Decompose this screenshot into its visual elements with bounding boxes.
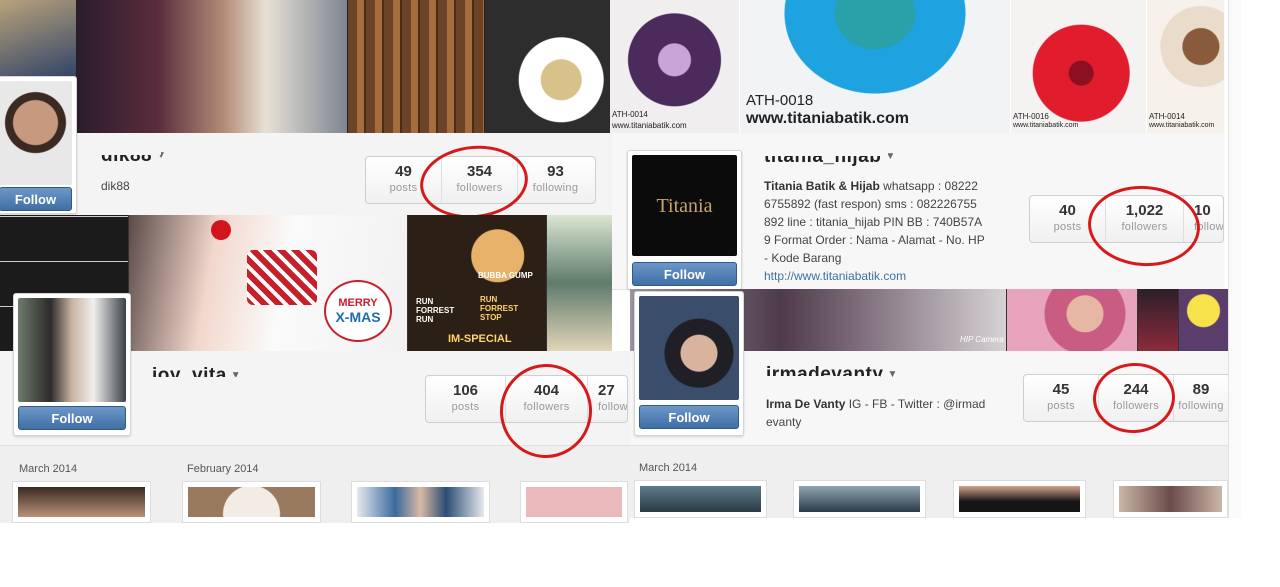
run-forrest-stop: RUN FORREST STOP — [480, 295, 519, 322]
month-label: March 2014 — [639, 462, 698, 474]
cover-tile-flower-red: ATH-0016 www.titaniabatik.com — [1011, 0, 1146, 133]
post-thumbnail[interactable] — [793, 480, 926, 518]
avatar-card-dik88: Follow — [0, 76, 77, 214]
stat-posts[interactable]: 40 posts — [1030, 196, 1106, 242]
hip-camera-watermark: HIP Camera — [960, 335, 1004, 344]
stat-followers[interactable]: 404 followers — [506, 376, 588, 422]
stat-following[interactable]: 89 following — [1174, 375, 1228, 421]
avatar-card-irma: Follow — [634, 291, 744, 436]
stats-joy-vita: 106posts 404followers 27following — [425, 375, 628, 423]
post-thumbnail[interactable] — [953, 480, 1086, 518]
product-code: ATH-0016 — [1013, 112, 1049, 121]
im-special-text: IM-SPECIAL — [448, 333, 512, 345]
cover-tile-couple — [77, 0, 347, 133]
month-label: February 2014 — [187, 463, 259, 475]
bio-name: Titania Batik & Hijab — [764, 179, 880, 193]
stat-following[interactable]: 27following — [588, 376, 627, 422]
stats-irma: 45 posts 244 followers 89 following — [1023, 374, 1230, 422]
cover-tile-hijab — [1007, 289, 1137, 351]
avatar-dik88 — [0, 81, 72, 185]
stat-followers[interactable]: 1,022 followers — [1106, 196, 1184, 242]
cover-tile-xmas: MERRY X-MAS — [129, 215, 407, 351]
follow-button-titania[interactable]: Follow — [632, 262, 737, 286]
post-thumbnail[interactable] — [351, 481, 490, 523]
website-link[interactable]: http://www.titaniabatik.com — [764, 269, 906, 283]
username-mask — [99, 146, 161, 155]
cover-tile-flower-cream: ATH-0014 www.titaniabatik.com — [1147, 0, 1224, 133]
scarf — [247, 250, 317, 305]
cover-tile-kids — [547, 215, 612, 351]
follow-button-joy-vita[interactable]: Follow — [18, 406, 126, 430]
xmas-badge: MERRY X-MAS — [324, 280, 392, 342]
stats-titania: 40posts 1,022followers 10following — [1029, 195, 1224, 243]
cover-tile-bubba-gump: BUBBA GUMP RUN FORREST RUN RUN FORREST S… — [408, 215, 546, 351]
follow-button-irma[interactable]: Follow — [639, 405, 739, 429]
product-code: ATH-0014 — [1149, 112, 1185, 121]
stat-following[interactable]: 10following — [1184, 196, 1223, 242]
product-url: www.titaniabatik.com — [1013, 122, 1079, 129]
stat-following[interactable]: 93 following — [518, 157, 593, 203]
run-forrest-run: RUN FORREST RUN — [416, 297, 455, 324]
stat-posts[interactable]: 45 posts — [1024, 375, 1099, 421]
cover-tile-minion — [1179, 289, 1228, 351]
avatar-joy-vita — [18, 298, 126, 402]
stat-followers[interactable]: 354 followers — [442, 157, 518, 203]
avatar-card-joy-vita: Follow — [13, 293, 131, 436]
chevron-down-icon[interactable]: ▼ — [887, 369, 897, 380]
bio-irma: Irma De Vanty IG - FB - Twitter : @irmad… — [766, 397, 986, 429]
fullname-dik88: dik88 — [101, 179, 130, 193]
username-mask — [150, 377, 236, 386]
follow-button-dik88[interactable]: Follow — [0, 187, 72, 211]
cover-tile-flower-purple: ATH-0014 www.titaniabatik.com — [610, 0, 739, 133]
bio-titania: Titania Batik & Hijab whatsapp : 08222 6… — [764, 179, 985, 283]
cover-tile-cigars — [348, 0, 484, 133]
post-thumbnail[interactable] — [182, 481, 321, 523]
product-code: ATH-0014 — [612, 110, 648, 119]
titania-logo: Titania — [656, 195, 713, 217]
post-thumbnail[interactable] — [1113, 480, 1228, 518]
scrollbar[interactable] — [1228, 0, 1241, 518]
month-label: March 2014 — [19, 463, 78, 475]
cover-tile-pasta — [485, 0, 612, 133]
post-thumbnail[interactable] — [520, 481, 628, 523]
product-url: www.titaniabatik.com — [746, 110, 909, 127]
avatar-irma — [639, 296, 739, 400]
cover-tile-red — [1138, 289, 1178, 351]
product-url: www.titaniabatik.com — [1149, 122, 1215, 129]
username-mask — [762, 147, 888, 156]
cover-photo-dik88 — [0, 0, 612, 133]
cover-tile-flower-blue: ATH-0018 www.titaniabatik.com — [740, 0, 1010, 133]
post-thumbnail[interactable] — [634, 480, 767, 518]
product-code: ATH-0018 — [746, 92, 814, 109]
bubba-gump-text: BUBBA GUMP — [478, 271, 533, 280]
stat-posts[interactable]: 106 posts — [426, 376, 506, 422]
stats-dik88: 49 posts 354 followers 93 following — [365, 156, 596, 204]
avatar-card-titania: Titania Follow — [627, 150, 742, 290]
stat-posts[interactable]: 49 posts — [366, 157, 442, 203]
reindeer-nose — [211, 220, 231, 240]
stat-followers[interactable]: 244 followers — [1099, 375, 1174, 421]
username-mask — [764, 376, 880, 385]
avatar-titania: Titania — [632, 155, 737, 256]
cover-photo-titania: ATH-0014 www.titaniabatik.com ATH-0018 w… — [610, 0, 1224, 133]
bio-name: Irma De Vanty — [766, 397, 846, 411]
product-url: www.titaniabatik.com — [612, 121, 687, 130]
post-thumbnail[interactable] — [12, 481, 151, 523]
